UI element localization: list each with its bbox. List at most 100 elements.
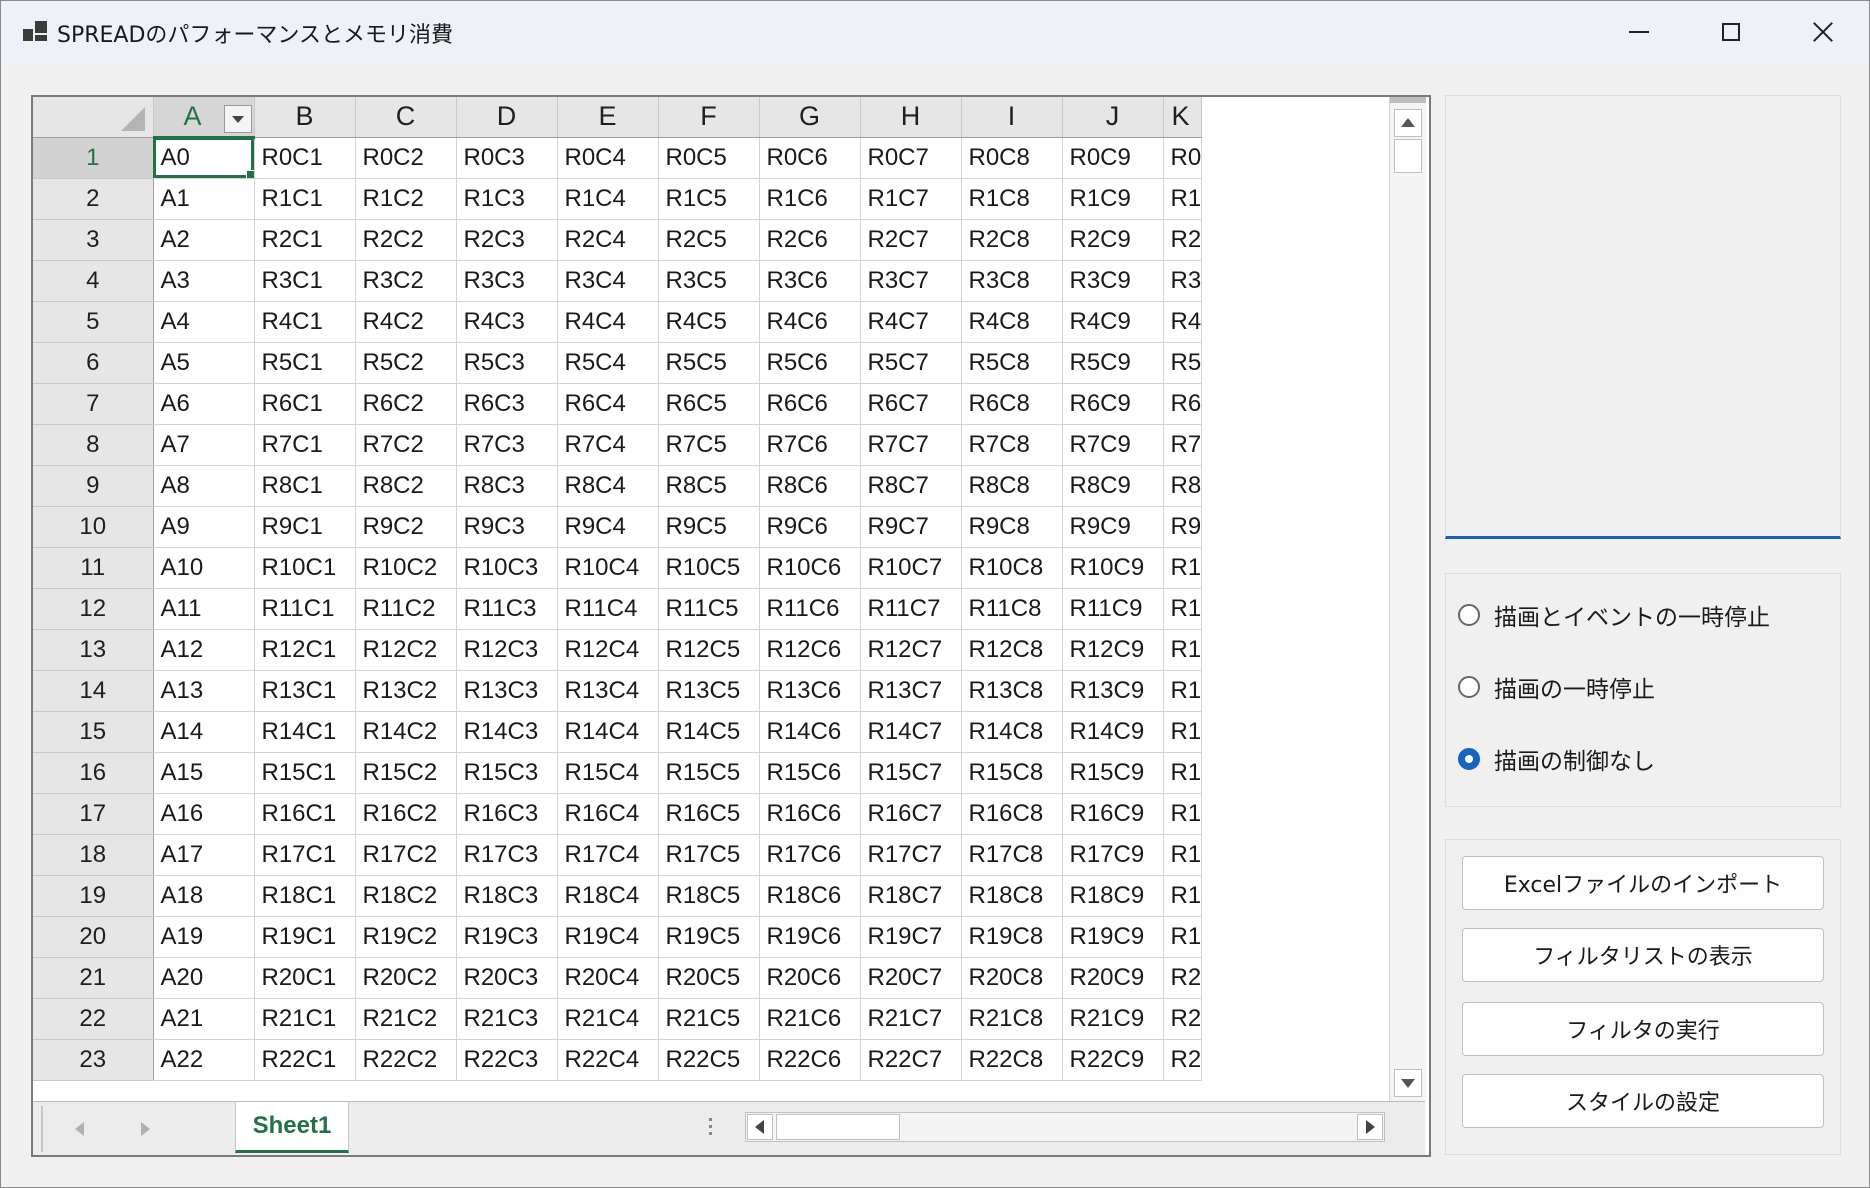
grid-cell[interactable]: R6C9 <box>1062 383 1164 425</box>
grid-cell[interactable]: R14C1 <box>254 711 356 753</box>
grid-cell[interactable]: R12C7 <box>860 629 962 671</box>
grid-cell[interactable]: R0C1 <box>254 137 356 179</box>
grid-cell[interactable]: R21C3 <box>456 998 558 1040</box>
grid-cell[interactable]: R12C8 <box>961 629 1063 671</box>
grid-cell-partial[interactable]: R1 <box>1163 178 1203 220</box>
grid-cell[interactable]: R17C4 <box>557 834 659 876</box>
grid-cell[interactable]: R7C3 <box>456 424 558 466</box>
grid-cell[interactable]: R17C8 <box>961 834 1063 876</box>
grid-cell[interactable]: R14C6 <box>759 711 861 753</box>
grid-cell[interactable]: A12 <box>153 629 255 671</box>
grid-cell[interactable]: A13 <box>153 670 255 712</box>
row-header[interactable]: 5 <box>33 301 154 343</box>
row-header[interactable]: 6 <box>33 342 154 384</box>
row-header[interactable]: 3 <box>33 219 154 261</box>
grid-cell[interactable]: A19 <box>153 916 255 958</box>
grid-cell[interactable]: R18C4 <box>557 875 659 917</box>
row-header[interactable]: 16 <box>33 752 154 794</box>
grid-cell[interactable]: R19C3 <box>456 916 558 958</box>
grid-cell[interactable]: R18C8 <box>961 875 1063 917</box>
grid-cell[interactable]: R18C2 <box>355 875 457 917</box>
grid-cell[interactable]: R12C4 <box>557 629 659 671</box>
grid-cell[interactable]: R15C3 <box>456 752 558 794</box>
grid-cell[interactable]: R2C1 <box>254 219 356 261</box>
grid-cell[interactable]: R11C6 <box>759 588 861 630</box>
grid-cell[interactable]: A8 <box>153 465 255 507</box>
grid-cell[interactable]: R20C7 <box>860 957 962 999</box>
grid-cell[interactable]: R20C3 <box>456 957 558 999</box>
grid-cell[interactable]: R7C9 <box>1062 424 1164 466</box>
row-header[interactable]: 18 <box>33 834 154 876</box>
radio-no-control[interactable]: 描画の制御なし <box>1458 742 1655 776</box>
grid-cell[interactable]: R19C8 <box>961 916 1063 958</box>
grid-cell[interactable]: R0C9 <box>1062 137 1164 179</box>
grid-cell-partial[interactable]: R3 <box>1163 260 1203 302</box>
row-header[interactable]: 9 <box>33 465 154 507</box>
row-header[interactable]: 20 <box>33 916 154 958</box>
grid-cell-partial[interactable]: R4 <box>1163 301 1203 343</box>
grid-cell[interactable]: R11C9 <box>1062 588 1164 630</box>
grid-cell[interactable]: R8C4 <box>557 465 659 507</box>
grid-cell[interactable]: R18C1 <box>254 875 356 917</box>
grid-cell[interactable]: A7 <box>153 424 255 466</box>
grid-cell[interactable]: R5C8 <box>961 342 1063 384</box>
grid-cell[interactable]: R20C5 <box>658 957 760 999</box>
grid-cell[interactable]: R17C2 <box>355 834 457 876</box>
grid-cell[interactable]: R4C2 <box>355 301 457 343</box>
grid-cell[interactable]: R13C5 <box>658 670 760 712</box>
grid-cell-partial[interactable]: R5 <box>1163 342 1203 384</box>
grid-cell[interactable]: R21C4 <box>557 998 659 1040</box>
grid-cell[interactable]: R12C2 <box>355 629 457 671</box>
grid-cell[interactable]: R9C6 <box>759 506 861 548</box>
grid-cell[interactable]: R0C6 <box>759 137 861 179</box>
row-header[interactable]: 12 <box>33 588 154 630</box>
grid-cell[interactable]: R4C4 <box>557 301 659 343</box>
grid-cell[interactable]: R15C2 <box>355 752 457 794</box>
grid-cell[interactable]: R1C4 <box>557 178 659 220</box>
column-header-c[interactable]: C <box>355 97 457 138</box>
grid-cell-partial[interactable]: R2 <box>1163 219 1203 261</box>
grid-cell[interactable]: R6C8 <box>961 383 1063 425</box>
row-header[interactable]: 8 <box>33 424 154 466</box>
column-header-e[interactable]: E <box>557 97 659 138</box>
grid-cell[interactable]: R18C9 <box>1062 875 1164 917</box>
grid-cell-partial[interactable]: R0 <box>1163 137 1203 179</box>
grid-cell[interactable]: A14 <box>153 711 255 753</box>
grid-cell[interactable]: R6C5 <box>658 383 760 425</box>
column-header-partial[interactable]: K <box>1163 97 1203 138</box>
grid-cell[interactable]: R18C3 <box>456 875 558 917</box>
grid-cell[interactable]: R12C5 <box>658 629 760 671</box>
filter-dropdown-icon[interactable] <box>223 105 252 133</box>
grid-cell[interactable]: R3C9 <box>1062 260 1164 302</box>
grid-cell[interactable]: R21C1 <box>254 998 356 1040</box>
grid-cell[interactable]: R5C1 <box>254 342 356 384</box>
grid-cell[interactable]: R21C2 <box>355 998 457 1040</box>
grid-cell[interactable]: R0C4 <box>557 137 659 179</box>
grid-cell[interactable]: R2C5 <box>658 219 760 261</box>
grid-cell[interactable]: R4C7 <box>860 301 962 343</box>
run-filter-button[interactable]: フィルタの実行 <box>1462 1002 1824 1056</box>
grid-cell-partial[interactable]: R9 <box>1163 506 1203 548</box>
grid-cell[interactable]: R7C4 <box>557 424 659 466</box>
grid-cell-partial[interactable]: R1 <box>1163 834 1203 876</box>
grid-cell[interactable]: R22C2 <box>355 1039 457 1081</box>
grid-cell[interactable]: R9C4 <box>557 506 659 548</box>
grid-cell-partial[interactable]: R1 <box>1163 793 1203 835</box>
grid-cell[interactable]: R14C8 <box>961 711 1063 753</box>
grid-cell[interactable]: R1C5 <box>658 178 760 220</box>
grid-cell[interactable]: R5C2 <box>355 342 457 384</box>
grid-cell[interactable]: R10C4 <box>557 547 659 589</box>
grid-cell[interactable]: R19C1 <box>254 916 356 958</box>
grid-cell-partial[interactable]: R1 <box>1163 875 1203 917</box>
grid-cell[interactable]: R8C5 <box>658 465 760 507</box>
grid-cell[interactable]: R3C7 <box>860 260 962 302</box>
grid-cell-partial[interactable]: R7 <box>1163 424 1203 466</box>
tab-splitter-grip-icon[interactable] <box>709 1118 713 1138</box>
grid-cell[interactable]: R0C5 <box>658 137 760 179</box>
grid-cell[interactable]: R15C9 <box>1062 752 1164 794</box>
grid-cell[interactable]: R11C3 <box>456 588 558 630</box>
grid-cell[interactable]: A16 <box>153 793 255 835</box>
horizontal-scrollbar[interactable] <box>745 1112 1385 1142</box>
grid-cell[interactable]: R2C4 <box>557 219 659 261</box>
grid-cell[interactable]: R21C8 <box>961 998 1063 1040</box>
